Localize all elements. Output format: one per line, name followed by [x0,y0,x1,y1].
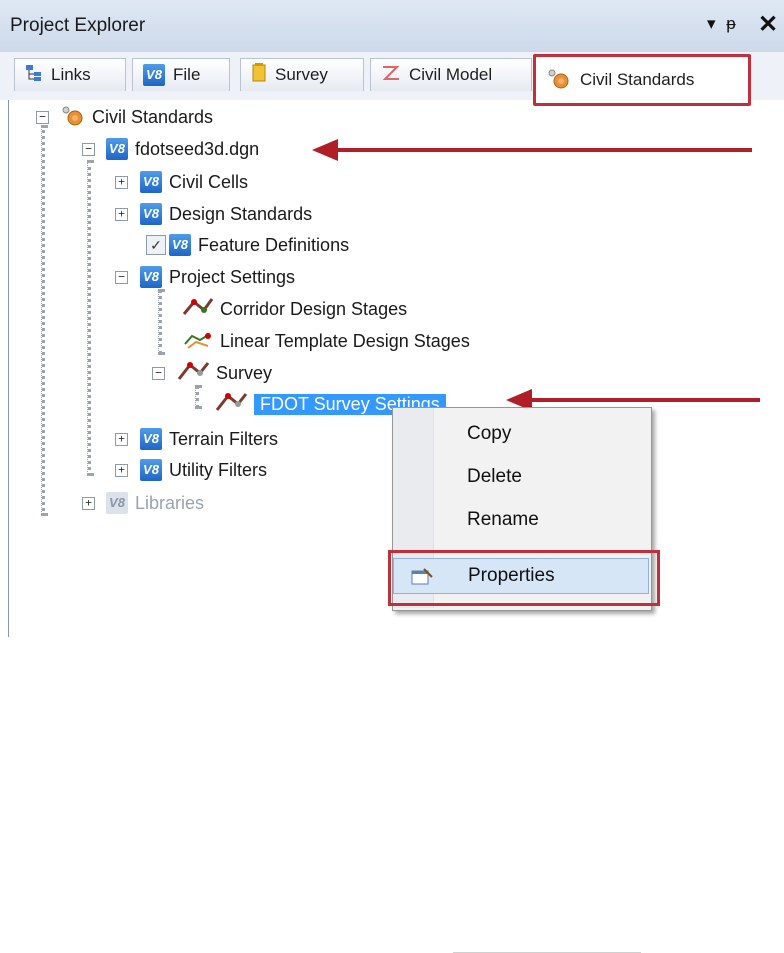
design-stage-icon [182,296,214,323]
close-icon[interactable]: ✕ [758,10,778,39]
v8-file-icon: V8 [140,459,162,481]
annotation-arrow-head [312,139,338,161]
links-icon [25,64,43,87]
tree-line [87,160,91,476]
tree-item-libraries[interactable]: V8 Libraries [106,490,204,516]
tree-item-label: fdotseed3d.dgn [135,138,260,159]
expand-toggle[interactable]: + [82,497,95,510]
tab-civil-model[interactable]: Civil Model [370,58,532,91]
tree-item-label: Libraries [135,492,205,513]
tab-label: Survey [275,65,328,84]
menu-item-copy[interactable]: Copy [393,416,649,452]
tree-item-label: Civil Cells [169,171,249,192]
expand-toggle[interactable]: + [115,176,128,189]
checkbox[interactable]: ✓ [146,235,166,255]
menu-item-label: Rename [467,509,539,530]
tree-item-project-settings[interactable]: V8 Project Settings [140,264,295,290]
tab-survey[interactable]: Survey [240,58,364,91]
v8-file-icon: V8 [106,492,128,514]
tree-line [195,385,199,409]
tree-item-label: Feature Definitions [198,234,350,255]
menu-item-label: Delete [467,466,522,487]
tree-item-label: Utility Filters [169,459,267,480]
v8-file-icon: V8 [140,171,162,193]
panel-title: Project Explorer [10,15,146,36]
expand-toggle[interactable]: + [115,208,128,221]
tree-item-terrain-filters[interactable]: V8 Terrain Filters [140,426,278,452]
tree-item-label: Design Standards [169,203,313,224]
tab-label: Civil Standards [580,70,695,89]
v8-file-icon: V8 [106,138,128,160]
survey-settings-icon [214,390,248,419]
v8-file-icon: V8 [140,428,162,450]
civil-standards-icon [546,67,572,94]
civil-model-icon [381,64,401,87]
tree-item-label: Linear Template Design Stages [220,330,470,351]
tree-item-corridor-design-stages[interactable]: Corridor Design Stages [182,296,407,322]
survey-icon [251,62,267,88]
collapse-toggle[interactable]: − [152,367,165,380]
tab-file[interactable]: V8 File [132,58,230,91]
v8-file-icon: V8 [140,266,162,288]
expand-toggle[interactable]: + [115,433,128,446]
tree-item-design-standards[interactable]: V8 Design Standards [140,201,312,227]
menu-item-label: Copy [467,423,512,444]
tree-item-label: Survey [216,362,273,383]
survey-settings-icon [176,359,210,388]
menu-item-rename[interactable]: Rename [393,502,649,538]
tree-item-civil-standards[interactable]: Civil Standards [60,104,213,130]
collapse-toggle[interactable]: − [115,271,128,284]
collapse-toggle[interactable]: − [82,143,95,156]
tree-item-label: Terrain Filters [169,428,279,449]
v8-file-icon: V8 [140,203,162,225]
tree-item-linear-template-design-stages[interactable]: Linear Template Design Stages [182,328,470,354]
tree-item-feature-definitions[interactable]: ✓ V8 Feature Definitions [146,232,349,258]
tree-line [41,125,45,516]
tab-civil-standards[interactable]: Civil Standards [533,54,751,106]
collapse-toggle[interactable]: − [36,111,49,124]
v8-file-icon: V8 [143,64,165,86]
tab-label: Links [51,65,91,84]
tree-item-survey[interactable]: Survey [176,360,272,386]
pin-icon[interactable]: ▾ ᵽ [707,14,739,34]
tree-item-label: Corridor Design Stages [220,298,408,319]
tree-item-utility-filters[interactable]: V8 Utility Filters [140,457,267,483]
tree-line [158,289,162,355]
annotation-arrow [336,148,752,152]
expand-toggle[interactable]: + [115,464,128,477]
tab-label: Civil Model [409,65,493,84]
tab-label: File [173,65,201,84]
menu-item-delete[interactable]: Delete [393,459,649,495]
annotation-arrow [530,398,760,402]
tree-item-dgn-file[interactable]: V8 fdotseed3d.dgn [106,136,259,162]
tree-item-civil-cells[interactable]: V8 Civil Cells [140,169,248,195]
template-stage-icon [182,328,214,355]
tree-item-label: Civil Standards [92,106,214,127]
tab-links[interactable]: Links [14,58,126,91]
properties-highlight-box [388,550,660,606]
tree-item-label: Project Settings [169,266,296,287]
civil-standards-icon [60,104,86,131]
v8-file-icon: V8 [169,234,191,256]
v8-badge: V8 [143,64,165,86]
